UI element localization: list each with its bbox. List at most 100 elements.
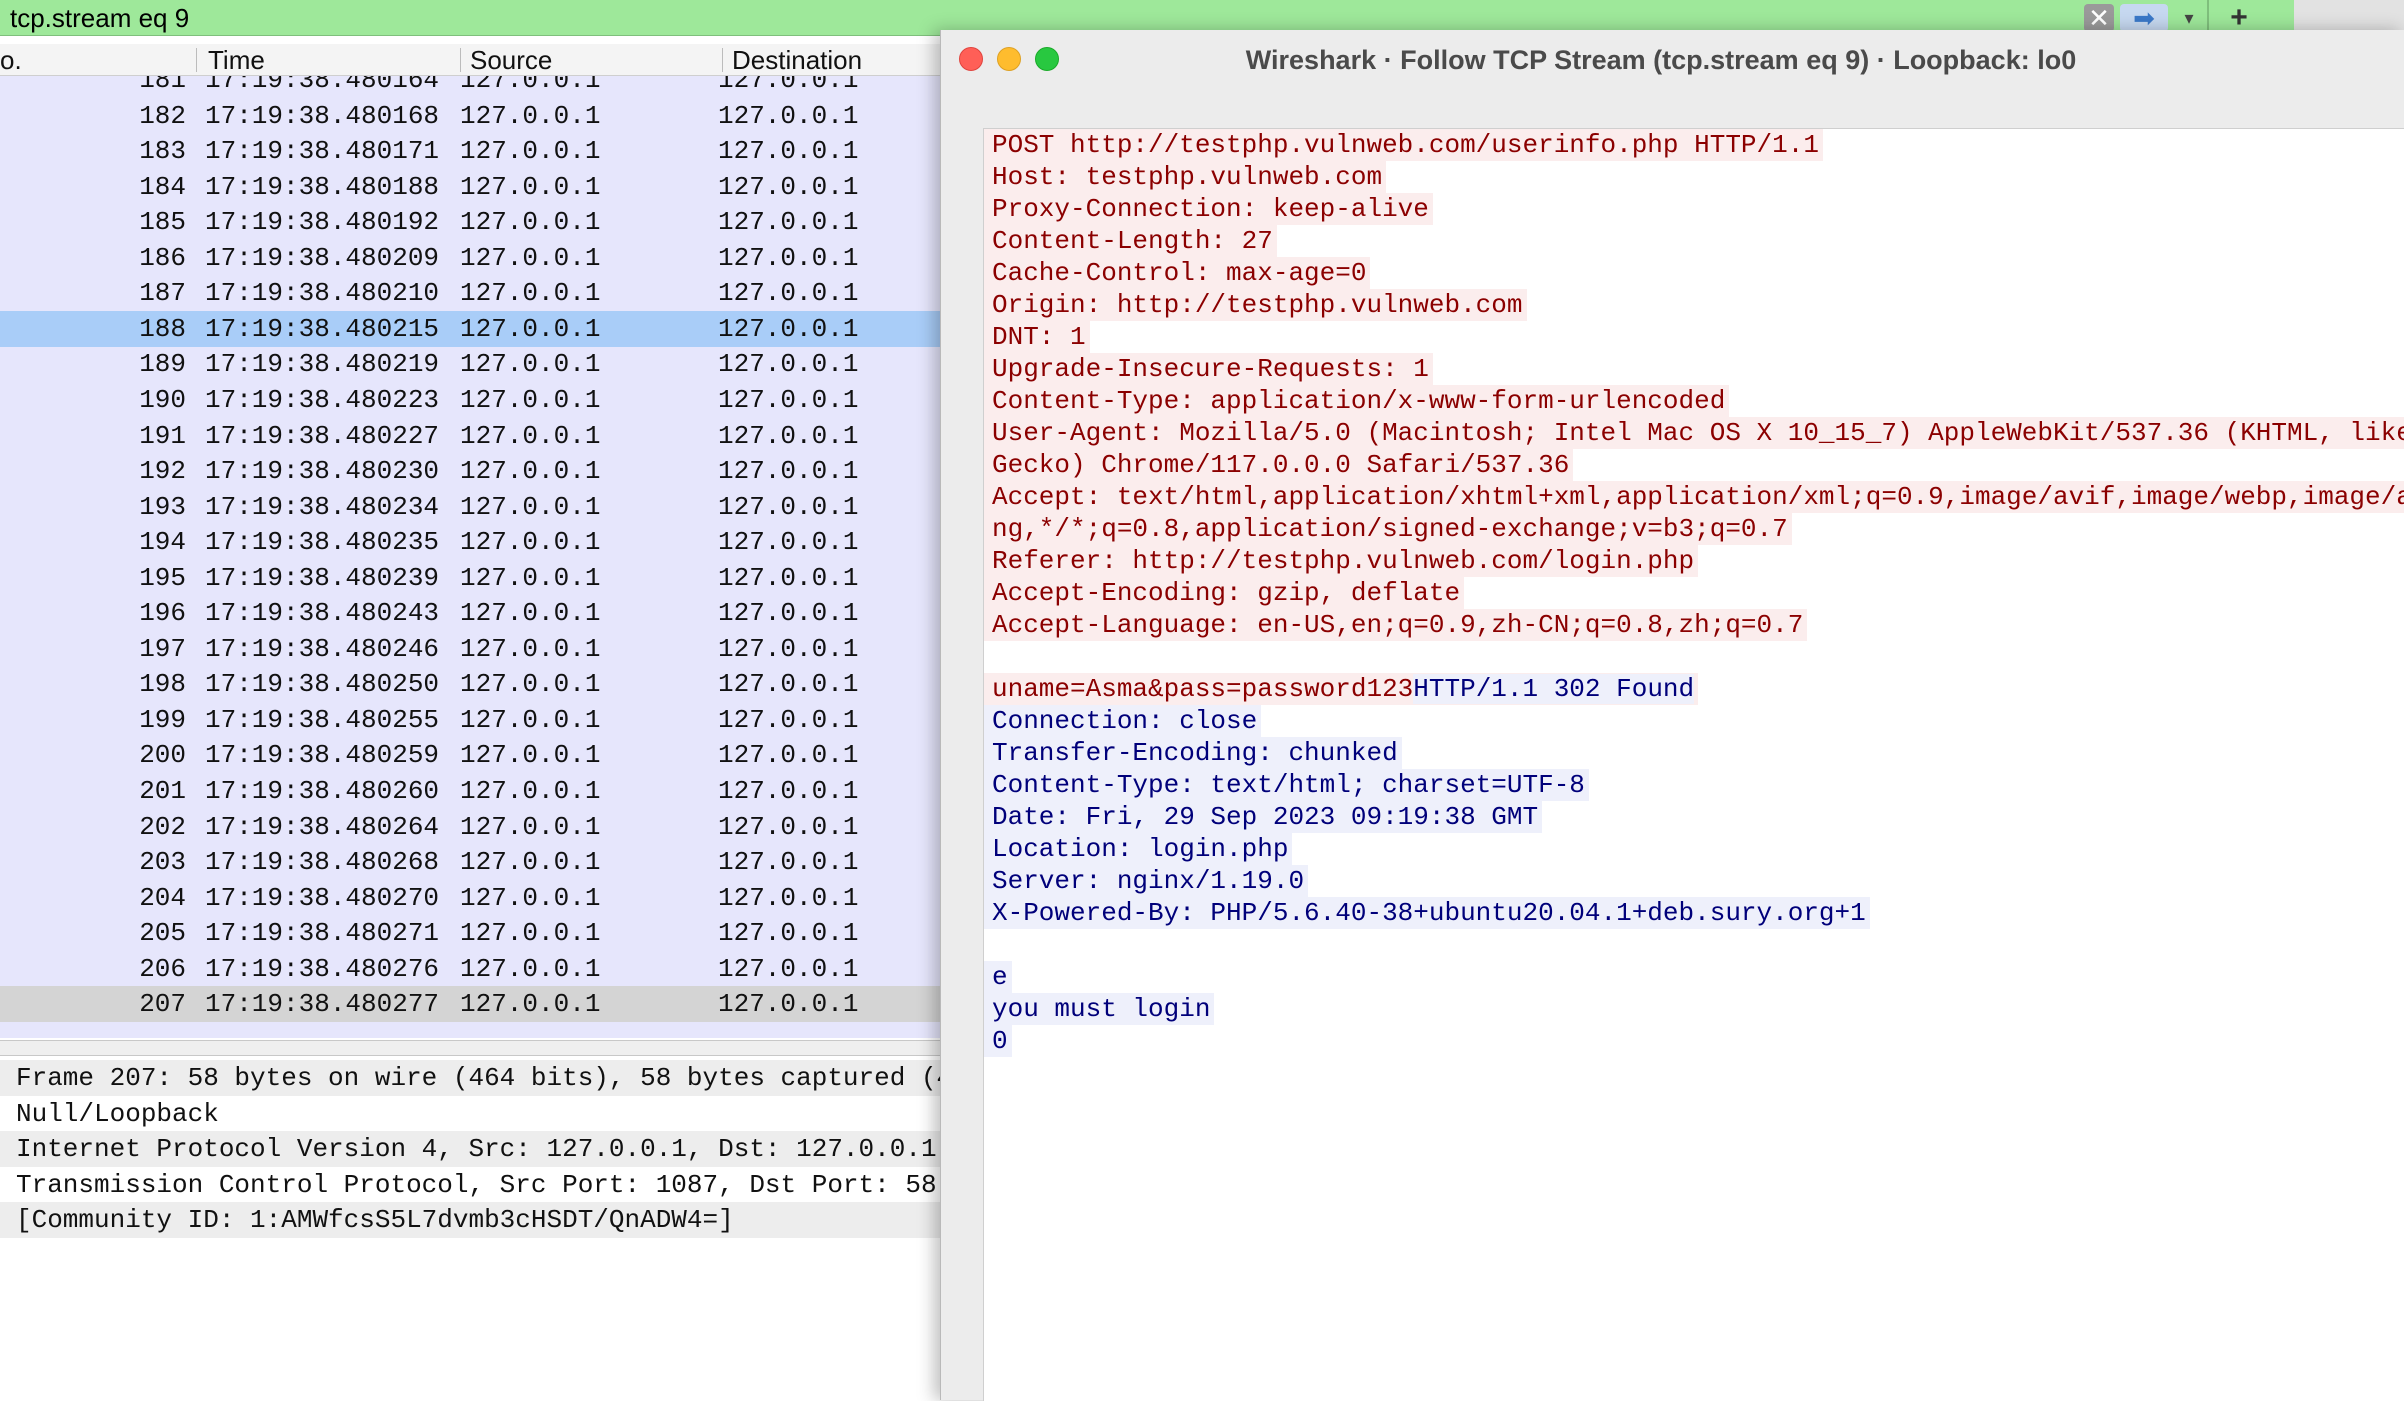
packet-source: 127.0.0.1 [460,918,601,949]
clear-filter-button[interactable]: ✕ [2084,4,2114,32]
column-header-source[interactable]: Source [470,46,552,74]
stream-content[interactable]: POST http://testphp.vulnweb.com/userinfo… [983,128,2404,1401]
packet-source: 127.0.0.1 [460,598,601,629]
packet-destination: 127.0.0.1 [718,242,859,273]
filter-history-button[interactable]: ▾ [2174,4,2204,32]
packet-row[interactable]: 191 17:19:38.480227 127.0.0.1 127.0.0.1 [0,418,960,454]
packet-source: 127.0.0.1 [460,989,601,1020]
packet-row[interactable]: 188 17:19:38.480215 127.0.0.1 127.0.0.1 [0,310,960,347]
packet-row[interactable]: 186 17:19:38.480209 127.0.0.1 127.0.0.1 [0,240,960,276]
packet-row[interactable]: 198 17:19:38.480250 127.0.0.1 127.0.0.1 [0,666,960,702]
packet-row[interactable]: 196 17:19:38.480243 127.0.0.1 127.0.0.1 [0,595,960,631]
column-header-time[interactable]: Time [208,46,265,74]
packet-no: 184 [139,171,186,202]
packet-time: 17:19:38.480230 [205,456,440,487]
column-header-no[interactable]: o. [0,46,22,74]
packet-row[interactable]: 193 17:19:38.480234 127.0.0.1 127.0.0.1 [0,489,960,525]
packet-list: 181 17:19:38.480164 127.0.0.1 127.0.0.1 182 1… [0,76,960,1038]
client-stream-line: Host: testphp.vulnweb.com [984,161,1387,193]
packet-row[interactable]: 203 17:19:38.480268 127.0.0.1 127.0.0.1 [0,844,960,880]
packet-source: 127.0.0.1 [460,100,601,131]
packet-row[interactable]: 183 17:19:38.480171 127.0.0.1 127.0.0.1 [0,133,960,169]
packet-row[interactable]: 195 17:19:38.480239 127.0.0.1 127.0.0.1 [0,560,960,596]
packet-row[interactable]: 204 17:19:38.480270 127.0.0.1 127.0.0.1 [0,880,960,916]
stream-line-mixed: uname=Asma&pass=password123HTTP/1.1 302 … [984,673,1699,705]
packet-source: 127.0.0.1 [460,847,601,878]
packet-row[interactable]: 206 17:19:38.480276 127.0.0.1 127.0.0.1 [0,951,960,987]
packet-destination: 127.0.0.1 [718,811,859,842]
packet-time: 17:19:38.480246 [205,633,440,664]
packet-time: 17:19:38.480239 [205,562,440,593]
packet-destination: 127.0.0.1 [718,704,859,735]
packet-source: 127.0.0.1 [460,562,601,593]
packet-time: 17:19:38.480223 [205,384,440,415]
packet-row[interactable]: 199 17:19:38.480255 127.0.0.1 127.0.0.1 [0,702,960,738]
packet-time: 17:19:38.480227 [205,420,440,451]
packet-time: 17:19:38.480260 [205,776,440,806]
packet-no: 198 [139,669,186,700]
detail-tree-item[interactable]: Transmission Control Protocol, Src Port:… [16,1167,956,1203]
packet-row[interactable]: 184 17:19:38.480188 127.0.0.1 127.0.0.1 [0,169,960,205]
packet-source: 127.0.0.1 [460,776,601,806]
packet-source: 127.0.0.1 [460,740,601,771]
client-stream-line: Referer: http://testphp.vulnweb.com/logi… [984,545,1699,577]
packet-destination: 127.0.0.1 [718,527,859,558]
packet-row[interactable]: 197 17:19:38.480246 127.0.0.1 127.0.0.1 [0,631,960,667]
packet-no: 204 [139,882,186,913]
packet-no: 205 [139,918,186,949]
client-stream-line: Accept-Encoding: gzip, deflate [984,577,1465,609]
packet-row[interactable]: 192 17:19:38.480230 127.0.0.1 127.0.0.1 [0,453,960,489]
packet-destination: 127.0.0.1 [718,171,859,202]
chevron-down-icon: ▾ [2184,8,2194,28]
column-header-destination[interactable]: Destination [732,46,862,74]
packet-no: 188 [139,313,186,344]
client-payload: uname=Asma&pass=password123 [992,674,1414,704]
detail-tree-item[interactable]: Internet Protocol Version 4, Src: 127.0.… [0,1131,940,1167]
packet-row[interactable]: 182 17:19:38.480168 127.0.0.1 127.0.0.1 [0,98,960,134]
client-stream-line: User-Agent: Mozilla/5.0 (Macintosh; Inte… [984,417,2404,449]
packet-time: 17:19:38.480268 [205,847,440,878]
packet-destination: 127.0.0.1 [718,847,859,878]
packet-destination: 127.0.0.1 [718,420,859,451]
minimize-dot-icon[interactable] [997,47,1021,71]
packet-row[interactable]: 201 17:19:38.480260 127.0.0.1 127.0.0.1 [0,773,960,809]
column-divider[interactable] [196,48,197,72]
packet-time: 17:19:38.480188 [205,171,440,202]
apply-filter-button[interactable]: ➡ [2120,4,2168,32]
client-stream-line: Content-Length: 27 [984,225,1277,257]
packet-row[interactable]: 200 17:19:38.480259 127.0.0.1 127.0.0.1 [0,737,960,773]
pane-splitter[interactable] [0,1040,960,1056]
packet-row[interactable]: 190 17:19:38.480223 127.0.0.1 127.0.0.1 [0,382,960,418]
packet-row[interactable]: 207 17:19:38.480277 127.0.0.1 127.0.0.1 [0,986,960,1023]
client-stream-line: ng,*/*;q=0.8,application/signed-exchange… [984,513,1792,545]
detail-tree-item[interactable]: Null/Loopback [16,1096,956,1132]
detail-tree-item[interactable]: [Community ID: 1:AMWfcsS5L7dvmb3cHSDT/Qn… [0,1202,940,1238]
column-divider[interactable] [460,48,461,72]
zoom-dot-icon[interactable] [1035,47,1059,71]
packet-source: 127.0.0.1 [460,207,601,238]
packet-row[interactable]: 205 17:19:38.480271 127.0.0.1 127.0.0.1 [0,915,960,951]
packet-row[interactable]: 187 17:19:38.480210 127.0.0.1 127.0.0.1 [0,275,960,311]
client-stream-line: Content-Type: application/x-www-form-url… [984,385,1730,417]
clear-x-icon: ✕ [2088,3,2110,33]
packet-row[interactable]: 202 17:19:38.480264 127.0.0.1 127.0.0.1 [0,809,960,845]
stream-blank-line [984,641,996,673]
server-status-line: HTTP/1.1 302 Found [1413,674,1695,704]
detail-tree-item[interactable]: Frame 207: 58 bytes on wire (464 bits), … [0,1060,940,1096]
packet-no: 207 [139,989,186,1020]
packet-row[interactable]: 194 17:19:38.480235 127.0.0.1 127.0.0.1 [0,524,960,560]
packet-source: 127.0.0.1 [460,76,601,95]
packet-no: 186 [139,242,186,273]
packet-row[interactable]: 189 17:19:38.480219 127.0.0.1 127.0.0.1 [0,346,960,382]
packet-row[interactable]: 185 17:19:38.480192 127.0.0.1 127.0.0.1 [0,204,960,240]
server-stream-line: X-Powered-By: PHP/5.6.40-38+ubuntu20.04.… [984,897,1870,929]
window-titlebar[interactable]: Wireshark · Follow TCP Stream (tcp.strea… [941,30,2404,90]
column-divider[interactable] [722,48,723,72]
packet-no: 187 [139,278,186,309]
packet-no: 193 [139,491,186,522]
packet-time: 17:19:38.480164 [205,76,440,95]
close-dot-icon[interactable] [959,47,983,71]
packet-destination: 127.0.0.1 [718,136,859,167]
packet-destination: 127.0.0.1 [718,598,859,629]
packet-row[interactable]: 181 17:19:38.480164 127.0.0.1 127.0.0.1 [0,76,960,98]
